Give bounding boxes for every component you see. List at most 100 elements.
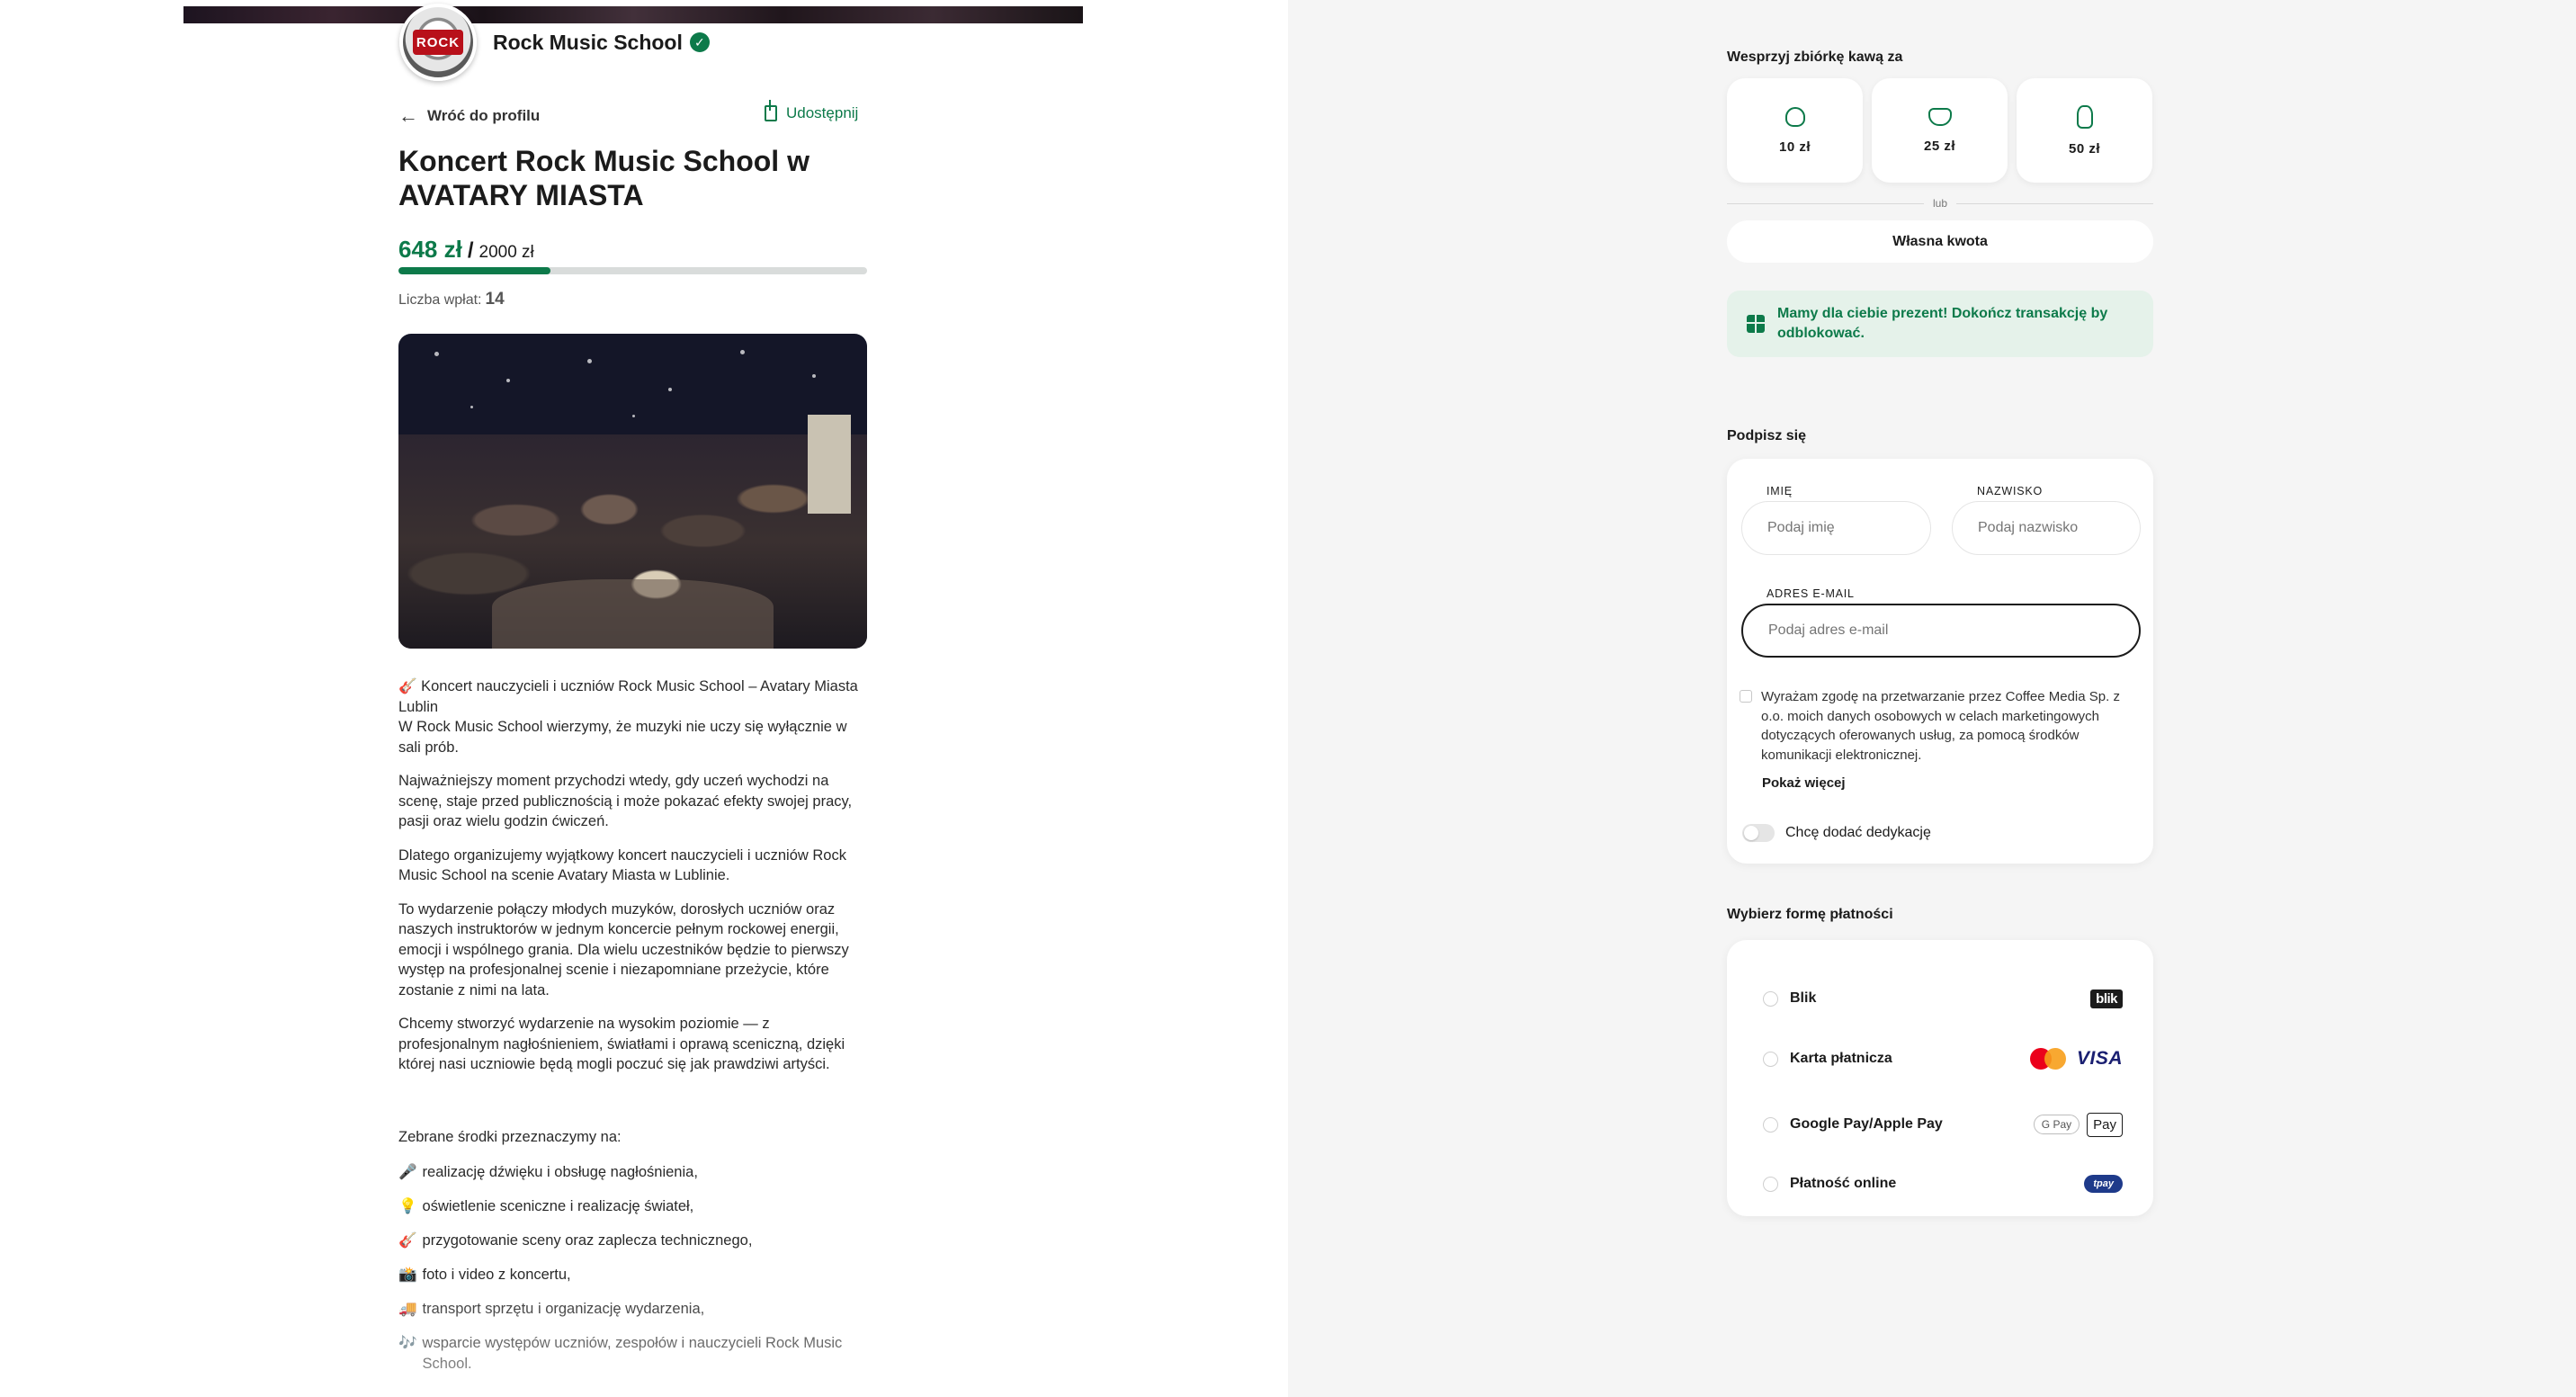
list-item: 🚚 transport sprzętu i organizację wydarze… [398, 1299, 866, 1320]
campaign-description: 🎸 Koncert nauczycieli i uczniów Rock Mus… [398, 676, 866, 1088]
coffee-options: 10 zł 25 zł 50 zł [1727, 78, 2152, 183]
last-name-input[interactable] [1952, 501, 2141, 555]
amount-goal: 2000 zł [479, 243, 534, 262]
payment-method-label: Płatność online [1790, 1176, 1897, 1191]
list-item: 📸 foto i video z koncertu, [398, 1265, 866, 1285]
list-item-text: transport sprzętu i organizację wydarzen… [422, 1301, 705, 1317]
description-paragraph: Najważniejszy moment przychodzi wtedy, g… [398, 773, 853, 829]
visa-logo-icon: VISA [2076, 1048, 2123, 1069]
amount-separator: / [467, 238, 474, 263]
description-paragraph: 🎸 Koncert nauczycieli i uczniów Rock Mus… [398, 678, 858, 756]
list-item-text: realizację dźwięku i obsługę nagłośnieni… [422, 1164, 698, 1180]
dedication-toggle-row: Chcę dodać dedykację [1742, 824, 1931, 842]
consent-text: Wyrażam zgodę na przetwarzanie przez Cof… [1761, 689, 2120, 763]
funds-list-intro: Zebrane środki przeznaczymy na: [398, 1129, 622, 1145]
list-item-text: foto i video z koncertu, [422, 1267, 571, 1283]
payment-radio[interactable] [1763, 990, 1778, 1007]
payment-method-blik[interactable]: Blik blik [1763, 985, 2123, 1012]
profile-name[interactable]: Rock Music School [493, 31, 683, 55]
donations-label: Liczba wpłat: [398, 292, 482, 308]
dedication-label: Chcę dodać dedykację [1785, 825, 1931, 840]
list-item: 🎤 realizację dźwięku i obsługę nagłośnien… [398, 1162, 866, 1183]
last-name-label: NAZWISKO [1977, 485, 2044, 497]
or-label: lub [1933, 197, 1948, 210]
payment-method-label: Google Pay/Apple Pay [1790, 1116, 1943, 1132]
or-divider: lub [1727, 194, 2154, 212]
payment-method-card[interactable]: Karta płatnicza VISA [1763, 1045, 2123, 1072]
payment-radio[interactable] [1763, 1176, 1778, 1192]
payment-method-label: Blik [1790, 990, 1817, 1006]
list-item-text: oświetlenie sceniczne i realizację świat… [422, 1198, 694, 1214]
coffee-cup-large-icon [2076, 104, 2093, 129]
list-item-icon: 💡 [398, 1198, 417, 1214]
back-to-profile-link[interactable]: ← Wróć do profilu [398, 104, 540, 128]
payment-method-label: Karta płatnicza [1790, 1051, 1892, 1066]
blik-logo-icon: blik [2090, 989, 2123, 1008]
custom-amount-button[interactable]: Własna kwota [1727, 220, 2153, 263]
coffee-option-10[interactable]: 10 zł [1727, 78, 1863, 183]
profile-header[interactable]: ROCK Rock Music School ✓ [399, 4, 710, 81]
coffee-option-50[interactable]: 50 zł [2017, 78, 2152, 183]
progress-bar [398, 267, 867, 274]
email-input[interactable] [1741, 604, 2141, 658]
marketing-consent: Wyrażam zgodę na przetwarzanie przez Cof… [1740, 687, 2144, 765]
progress-fill [398, 267, 550, 274]
gift-icon [1747, 315, 1765, 333]
email-label: ADRES E-MAIL [1767, 587, 1855, 600]
share-button[interactable]: Udostępnij [765, 100, 859, 122]
share-icon [765, 100, 777, 121]
verified-check-icon: ✓ [689, 32, 710, 52]
payment-method-wallet[interactable]: Google Pay/Apple Pay G Pay Pay [1763, 1111, 2123, 1138]
coffee-cup-medium-icon [1928, 107, 1952, 126]
list-item-icon: 🚚 [398, 1301, 417, 1317]
campaign-title: Koncert Rock Music School w AVATARY MIAS… [398, 145, 809, 211]
amount-raised: 648 zł [398, 236, 462, 263]
list-item-icon: 🎶 [398, 1335, 417, 1351]
campaign-photo [398, 334, 867, 649]
list-item-icon: 📸 [398, 1267, 417, 1283]
apple-pay-text: Pay [2093, 1116, 2116, 1133]
first-name-label: IMIĘ [1767, 485, 1793, 497]
amount-summary: 648 zł / 2000 zł [398, 236, 534, 264]
consent-checkbox[interactable] [1740, 690, 1752, 703]
donations-count: Liczba wpłat: 14 [398, 290, 505, 309]
back-to-profile-label: Wróć do profilu [427, 107, 541, 124]
description-paragraph: Chcemy stworzyć wydarzenie na wysokim po… [398, 1016, 845, 1072]
dedication-toggle[interactable] [1742, 824, 1775, 842]
google-pay-logo-icon: G Pay [2033, 1115, 2080, 1134]
apple-pay-logo-icon: Pay [2087, 1112, 2123, 1137]
list-item-icon: 🎸 [398, 1232, 417, 1249]
arrow-left-icon: ← [398, 104, 418, 127]
list-item: 🎸 przygotowanie sceny oraz zaplecza techn… [398, 1231, 866, 1251]
list-item-text: przygotowanie sceny oraz zaplecza techni… [422, 1232, 753, 1249]
coffee-price: 50 zł [2068, 140, 2101, 157]
description-paragraph: Dlatego organizujemy wyjątkowy koncert n… [398, 846, 846, 884]
gift-banner: Mamy dla ciebie prezent! Dokończ transak… [1727, 291, 2153, 357]
payment-radio[interactable] [1763, 1051, 1778, 1067]
list-item: 💡 oświetlenie sceniczne i realizację świa… [398, 1196, 866, 1217]
list-item-icon: 🎤 [398, 1164, 417, 1180]
tpay-logo-icon: tpay [2084, 1175, 2123, 1193]
list-item-text: wsparcie występów uczniów, zespołów i na… [422, 1335, 843, 1372]
coffee-option-25[interactable]: 25 zł [1872, 78, 2008, 183]
mastercard-logo-icon [2029, 1048, 2066, 1070]
list-item: 🎶 wsparcie występów uczniów, zespołów i n… [398, 1333, 866, 1374]
funds-list: 🎤 realizację dźwięku i obsługę nagłośnien… [398, 1162, 866, 1388]
show-more-link[interactable]: Pokaż więcej [1762, 775, 1846, 791]
support-label: Wesprzyj zbiórkę kawą za [1727, 49, 1903, 65]
signup-label: Podpisz się [1727, 428, 1807, 443]
share-label: Udostępnij [786, 104, 859, 121]
gift-text: Mamy dla ciebie prezent! Dokończ transak… [1777, 306, 2108, 341]
avatar[interactable]: ROCK [399, 4, 477, 81]
description-paragraph: To wydarzenie połączy młodych muzyków, d… [398, 900, 849, 998]
coffee-cup-small-icon [1784, 106, 1805, 127]
coffee-price: 25 zł [1923, 138, 1956, 154]
avatar-logo-text: ROCK [413, 30, 463, 55]
first-name-input[interactable] [1741, 501, 1931, 555]
payment-method-online[interactable]: Płatność online tpay [1763, 1170, 2123, 1197]
payment-radio[interactable] [1763, 1116, 1778, 1133]
payment-methods: Blik blik Karta płatnicza VISA Google Pa… [1727, 940, 2153, 1216]
coffee-price: 10 zł [1778, 139, 1811, 155]
donations-number: 14 [485, 290, 505, 309]
payment-label: Wybierz formę płatności [1727, 907, 1893, 922]
